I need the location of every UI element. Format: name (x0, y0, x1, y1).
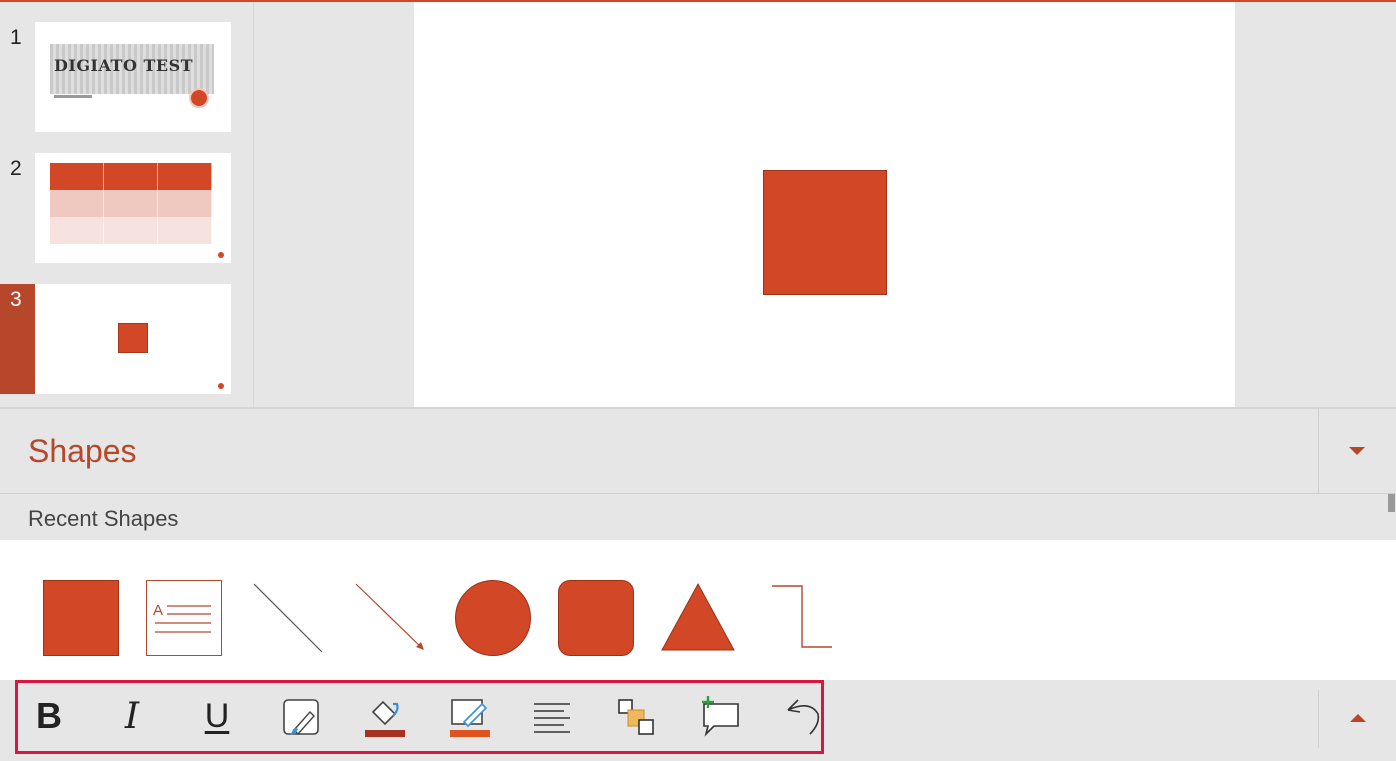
slide-number: 2 (10, 157, 22, 180)
underline-button[interactable]: U (195, 694, 239, 738)
italic-button[interactable]: I (110, 694, 154, 738)
recent-shapes-header: Recent Shapes (0, 494, 1396, 540)
slide-preview[interactable]: DIGIATO TEST (35, 22, 231, 132)
align-left-icon (534, 703, 570, 733)
line-shape[interactable] (252, 580, 328, 656)
slide-editing-area (254, 2, 1396, 407)
subtitle-line (54, 95, 92, 98)
formatting-toolbar: B I U (0, 680, 1396, 761)
slide-thumbnail-2[interactable]: 2 (0, 153, 253, 263)
table-graphic (50, 163, 212, 244)
fill-color-button[interactable] (363, 694, 407, 738)
separator (1318, 690, 1319, 748)
shapes-panel-header: Shapes (0, 409, 1396, 494)
outline-color-button[interactable] (448, 694, 492, 738)
slide-thumbnail-1[interactable]: 1 DIGIATO TEST (0, 22, 253, 132)
arrange-icon (618, 699, 654, 735)
slide-number: 3 (0, 284, 35, 394)
logo-icon (218, 383, 224, 389)
recent-shapes-gallery: A (0, 540, 1396, 680)
rectangle-shape[interactable] (43, 580, 119, 656)
undo-button[interactable] (780, 694, 824, 738)
underline-icon: U (204, 696, 230, 735)
paint-bucket-icon (365, 700, 405, 737)
text-box-shape[interactable]: A (146, 580, 222, 656)
slide-title-text: DIGIATO TEST (54, 56, 194, 75)
slide-thumbnail-panel: 1 DIGIATO TEST 2 3 (0, 2, 254, 407)
triangle-shape[interactable] (660, 580, 736, 656)
recent-shapes-label: Recent Shapes (28, 506, 179, 531)
new-comment-icon (702, 696, 739, 737)
bold-button[interactable]: B (27, 694, 71, 738)
slide-number: 1 (10, 26, 22, 49)
square-shape-preview (118, 323, 148, 353)
separator (1318, 409, 1319, 493)
oval-shape[interactable] (455, 580, 531, 656)
arrange-button[interactable] (615, 694, 659, 738)
shape-style-button[interactable] (280, 694, 324, 738)
scrollbar[interactable] (1388, 494, 1395, 512)
slide-thumbnail-3[interactable]: 3 (0, 284, 253, 394)
rounded-rectangle-shape[interactable] (558, 580, 634, 656)
undo-icon (787, 699, 820, 735)
logo-icon (189, 88, 209, 108)
shapes-panel-title: Shapes (28, 433, 137, 469)
align-button[interactable] (530, 694, 574, 738)
slide-preview[interactable] (35, 284, 231, 394)
arrow-shape[interactable] (354, 580, 430, 656)
new-comment-button[interactable] (698, 694, 742, 738)
svg-text:A: A (153, 602, 163, 619)
collapse-icon[interactable] (1350, 714, 1366, 722)
dropdown-icon[interactable] (1349, 447, 1365, 455)
italic-icon: I (124, 695, 140, 737)
slide-canvas[interactable] (414, 2, 1235, 407)
bold-icon: B (36, 695, 62, 736)
slide-preview[interactable] (35, 153, 231, 263)
logo-icon (218, 252, 224, 258)
elbow-connector-shape[interactable] (770, 580, 846, 656)
pen-outline-icon (450, 699, 490, 737)
shape-style-icon (283, 699, 319, 736)
square-shape[interactable] (763, 170, 887, 295)
